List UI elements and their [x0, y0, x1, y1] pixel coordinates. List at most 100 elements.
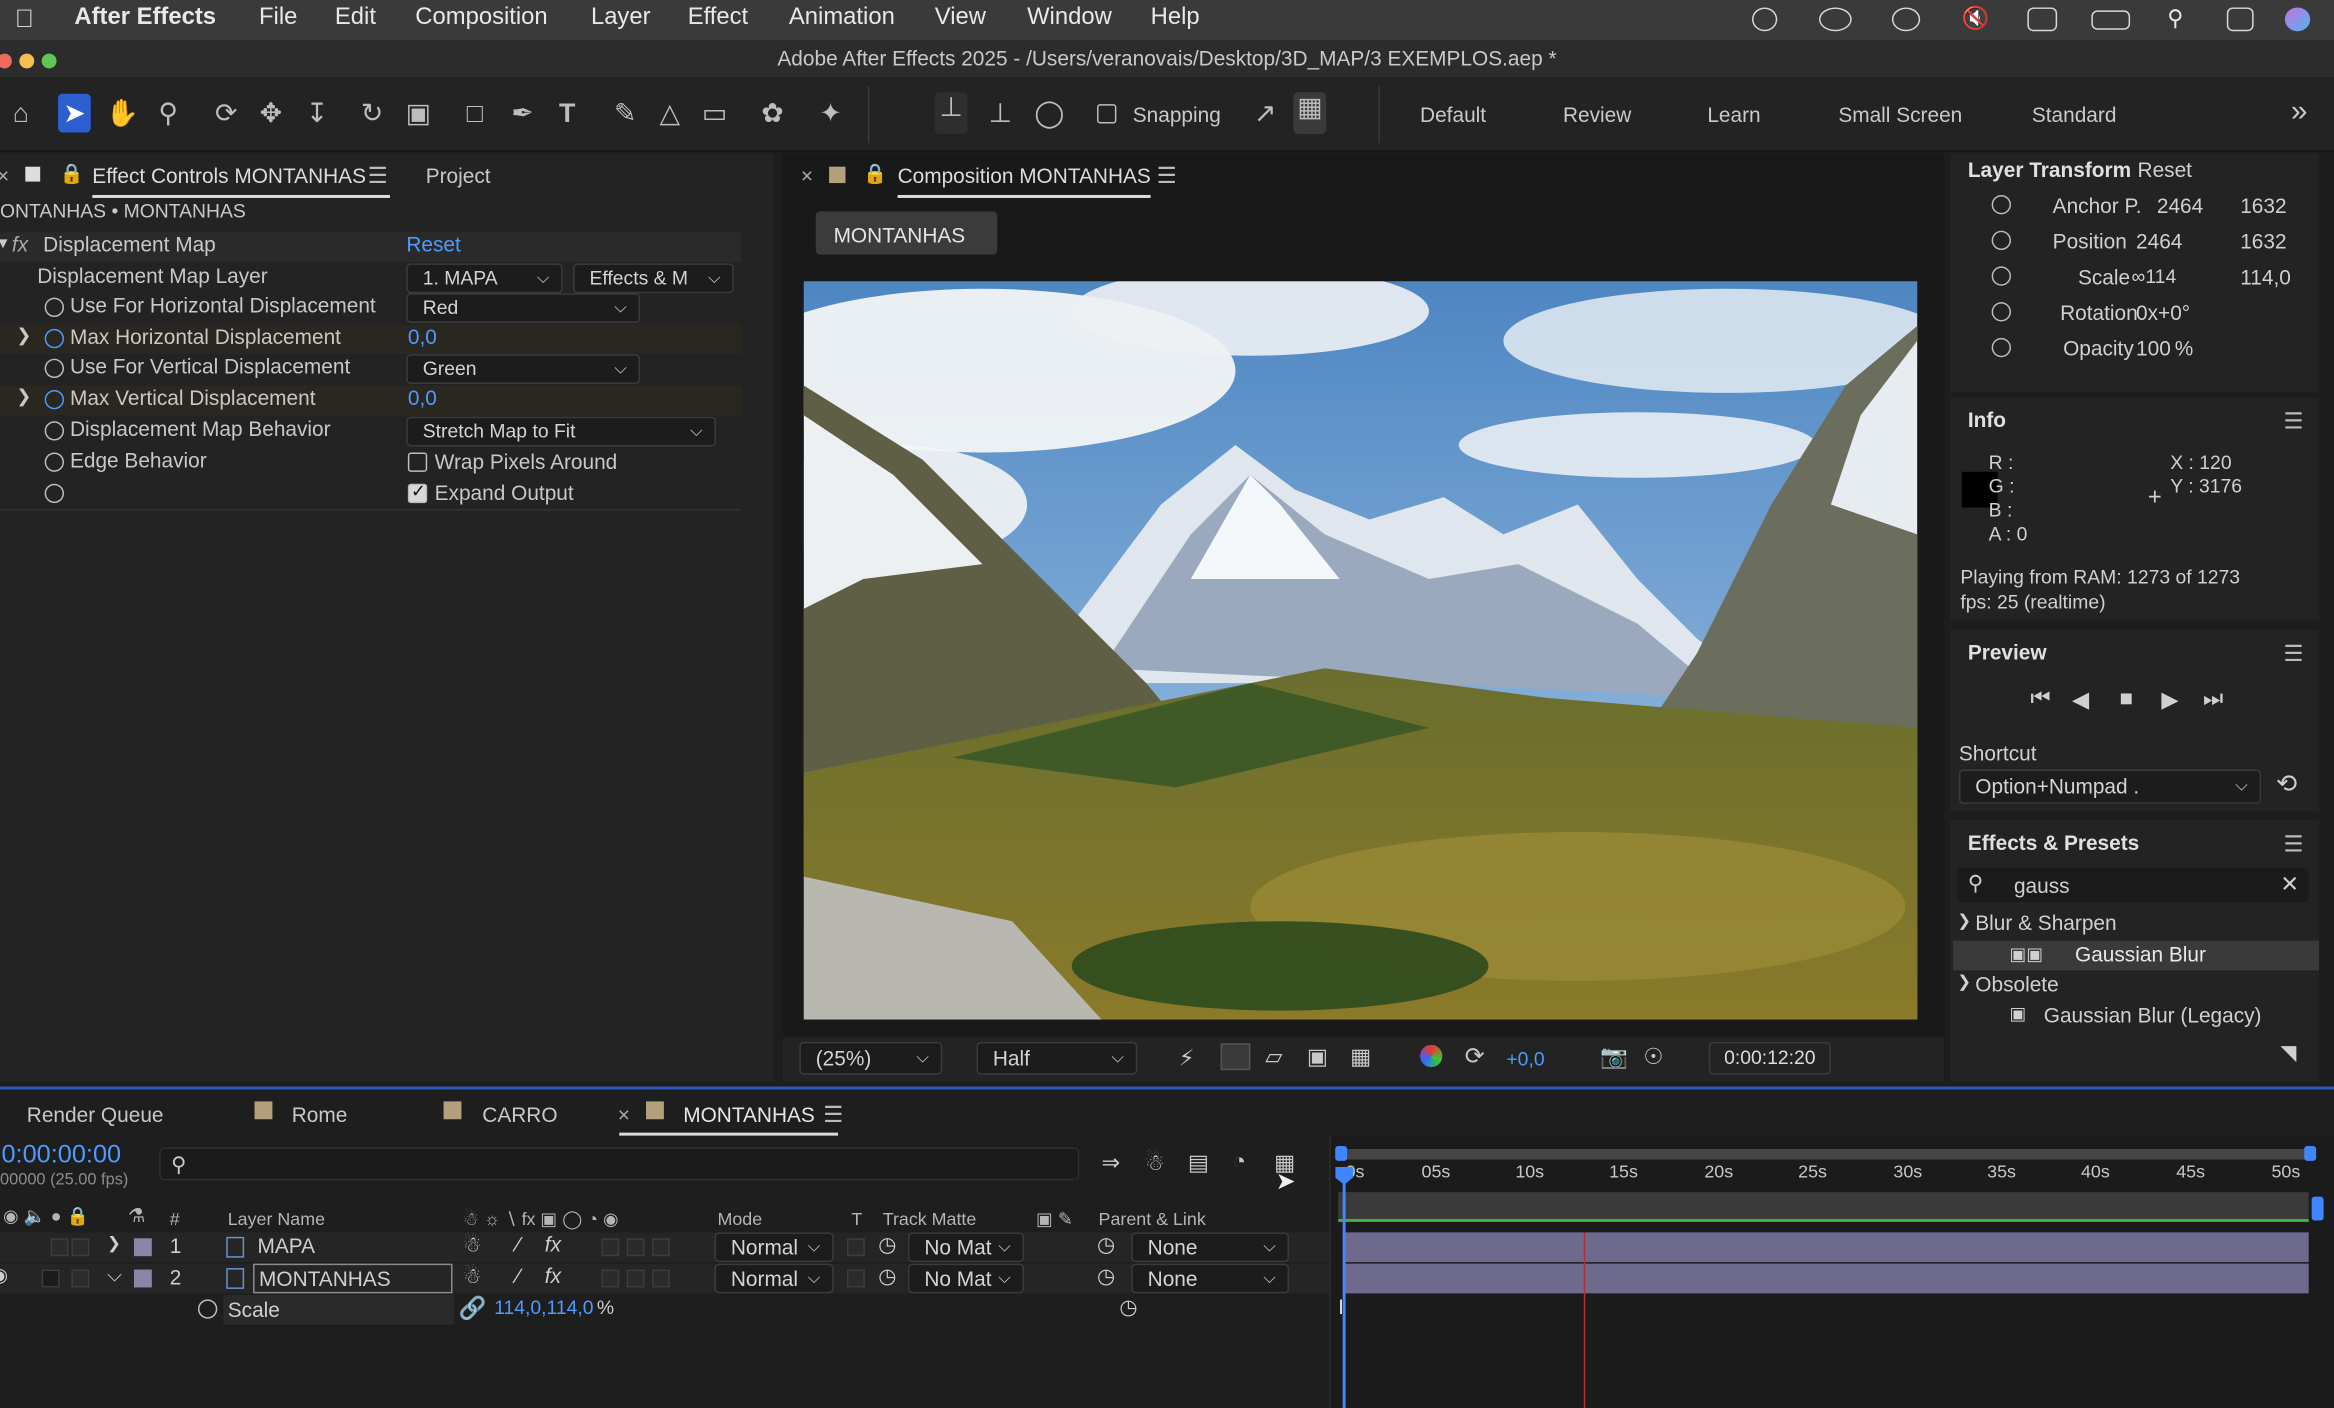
- snap-grid-icon[interactable]: ▦: [1293, 92, 1327, 134]
- solo-switch[interactable]: [41, 1269, 60, 1288]
- dolly-camera-icon[interactable]: ↧: [301, 98, 334, 129]
- orbit-camera-icon[interactable]: ⟳: [210, 98, 243, 129]
- exposure-value[interactable]: +0,0: [1506, 1048, 1544, 1070]
- lock-switch[interactable]: [71, 1269, 90, 1288]
- layer-label-color[interactable]: [133, 1238, 152, 1257]
- layer-bar-mapa[interactable]: [1342, 1232, 2309, 1263]
- preserve-transparency-switch[interactable]: [846, 1238, 865, 1257]
- first-frame-icon[interactable]: ⏮: [2030, 686, 2050, 711]
- rotation-value[interactable]: 0x+0°: [2136, 301, 2190, 325]
- comp-flowchart-button[interactable]: MONTANHAS: [815, 211, 998, 255]
- horizontal-channel-dropdown[interactable]: Red ⌵: [406, 293, 641, 323]
- constrain-proportions-icon[interactable]: 🔗: [458, 1295, 486, 1321]
- rotation-tool-icon[interactable]: ↻: [356, 98, 389, 129]
- record-status-icon[interactable]: [1751, 7, 1778, 32]
- stopwatch-icon[interactable]: [44, 483, 65, 504]
- magnification-dropdown[interactable]: (25%) ⌵: [799, 1041, 943, 1075]
- map-source-dropdown[interactable]: Effects & M ⌵: [573, 263, 734, 294]
- collapse-arrow-icon[interactable]: ▾: [0, 232, 7, 253]
- grid-guides-icon[interactable]: ▦: [1350, 1043, 1371, 1070]
- playhead-icon[interactable]: [1335, 1166, 1354, 1185]
- menu-edit[interactable]: Edit: [335, 4, 376, 31]
- close-tab-icon[interactable]: ×: [0, 164, 9, 188]
- tab-effect-controls[interactable]: Effect Controls MONTANHAS: [92, 164, 366, 188]
- layer-transform-reset[interactable]: Reset: [2138, 158, 2192, 182]
- max-vertical-value[interactable]: 0,0: [408, 385, 437, 409]
- stopwatch-icon[interactable]: [44, 328, 65, 349]
- stopwatch-icon[interactable]: [1991, 230, 2011, 251]
- tab-montanhas[interactable]: MONTANHAS: [683, 1103, 815, 1127]
- home-icon[interactable]: ⌂: [4, 98, 37, 129]
- rectangle-tool-icon[interactable]: □: [458, 98, 491, 129]
- blend-mode-dropdown[interactable]: Normal ⌵: [714, 1263, 834, 1294]
- menu-composition[interactable]: Composition: [415, 4, 547, 31]
- solo-switch[interactable]: [50, 1238, 69, 1257]
- window-icon[interactable]: [2027, 7, 2058, 32]
- snapping-checkbox[interactable]: [1097, 104, 1117, 124]
- effect-item-gaussian-blur-legacy[interactable]: Gaussian Blur (Legacy): [2044, 1003, 2262, 1027]
- expand-arrow-icon[interactable]: ❯: [107, 1234, 121, 1253]
- navigator-start-handle[interactable]: [1335, 1146, 1348, 1161]
- puppet-pin-icon[interactable]: ✦: [814, 98, 847, 129]
- snapshot-camera-icon[interactable]: 📷: [1600, 1043, 1628, 1070]
- scale-x-value[interactable]: ∞114: [2132, 265, 2177, 287]
- anchor-x-value[interactable]: 2464: [2157, 193, 2203, 217]
- draft-3d-icon[interactable]: ⇒: [1102, 1149, 1121, 1176]
- menu-layer[interactable]: Layer: [591, 4, 651, 31]
- layer-row[interactable]: ◉ ⌵ 2 MONTANHAS ☃ ∕ fx Normal ⌵ ◷ No Mat ⌵…: [0, 1263, 1330, 1294]
- stopwatch-icon[interactable]: [1991, 337, 2011, 358]
- fast-previews-icon[interactable]: ⚡: [1179, 1045, 1195, 1071]
- panel-menu-icon[interactable]: ☰: [368, 162, 388, 189]
- pan-behind-tool-icon[interactable]: ▣: [402, 98, 435, 129]
- lock-icon[interactable]: 🔒: [863, 162, 887, 186]
- menu-window[interactable]: Window: [1027, 4, 1112, 31]
- type-tool-icon[interactable]: T: [551, 98, 584, 129]
- work-area-end-handle[interactable]: [2311, 1196, 2324, 1221]
- minimize-window-icon[interactable]: [19, 53, 35, 69]
- expand-arrow-icon[interactable]: ❯: [16, 385, 31, 406]
- stopwatch-icon[interactable]: [44, 421, 65, 441]
- anchor-y-value[interactable]: 1632: [2240, 193, 2286, 217]
- zoom-window-icon[interactable]: [41, 53, 57, 69]
- menu-file[interactable]: File: [259, 4, 297, 31]
- menu-effect[interactable]: Effect: [688, 4, 748, 31]
- workspace-default[interactable]: Default: [1420, 103, 1486, 127]
- max-horizontal-value[interactable]: 0,0: [408, 324, 437, 348]
- stopwatch-icon[interactable]: [1991, 266, 2011, 286]
- workspace-standard[interactable]: Standard: [2032, 103, 2117, 127]
- stopwatch-icon[interactable]: [44, 389, 65, 410]
- battery-icon[interactable]: [2091, 10, 2131, 30]
- view-axis-icon[interactable]: ◯: [1033, 98, 1066, 129]
- layer-name-edit-field[interactable]: MONTANHAS: [253, 1263, 453, 1294]
- opacity-value[interactable]: 100: [2136, 336, 2171, 360]
- vertical-channel-dropdown[interactable]: Green ⌵: [406, 354, 641, 384]
- zoom-tool-icon[interactable]: ⚲: [152, 98, 185, 129]
- tab-project[interactable]: Project: [426, 164, 491, 188]
- motion-blur-icon[interactable]: ◔: [1232, 1149, 1245, 1174]
- control-center-icon[interactable]: [2226, 7, 2254, 32]
- chevron-down-icon[interactable]: ❯: [1957, 972, 1971, 991]
- visibility-eye-icon[interactable]: ◉: [0, 1264, 8, 1288]
- effect-item-gaussian-blur[interactable]: ▣▣ Gaussian Blur: [1952, 940, 2320, 971]
- scale-value[interactable]: 114,0,114,0: [494, 1296, 593, 1318]
- last-frame-icon[interactable]: ⏭: [2203, 686, 2223, 711]
- mask-visibility-icon[interactable]: ▱: [1265, 1043, 1282, 1070]
- effect-header-displacement-map[interactable]: ▾ fx Displacement Map Reset: [0, 232, 742, 262]
- region-of-interest-icon[interactable]: ▣: [1307, 1043, 1328, 1070]
- map-behavior-dropdown[interactable]: Stretch Map to Fit ⌵: [406, 416, 716, 447]
- tab-carro[interactable]: CARRO: [482, 1103, 557, 1127]
- stop-icon[interactable]: ■: [2120, 686, 2133, 711]
- fx-toggle-icon[interactable]: fx: [12, 232, 28, 256]
- close-tab-icon[interactable]: ×: [618, 1103, 630, 1127]
- lock-icon[interactable]: 🔒: [60, 162, 84, 186]
- stopwatch-icon[interactable]: [44, 358, 65, 379]
- stopwatch-icon[interactable]: [1991, 194, 2011, 215]
- tab-rome[interactable]: Rome: [292, 1103, 348, 1127]
- quality-switch-icon[interactable]: ∕: [517, 1264, 520, 1288]
- category-blur-sharpen[interactable]: Blur & Sharpen: [1975, 911, 2116, 935]
- shy-switch-icon[interactable]: ☃: [463, 1264, 482, 1289]
- timeline-search-field[interactable]: ⚲: [159, 1147, 1080, 1181]
- parent-dropdown[interactable]: None ⌵: [1131, 1263, 1290, 1294]
- close-window-icon[interactable]: [0, 53, 12, 69]
- clone-stamp-icon[interactable]: △: [653, 98, 686, 129]
